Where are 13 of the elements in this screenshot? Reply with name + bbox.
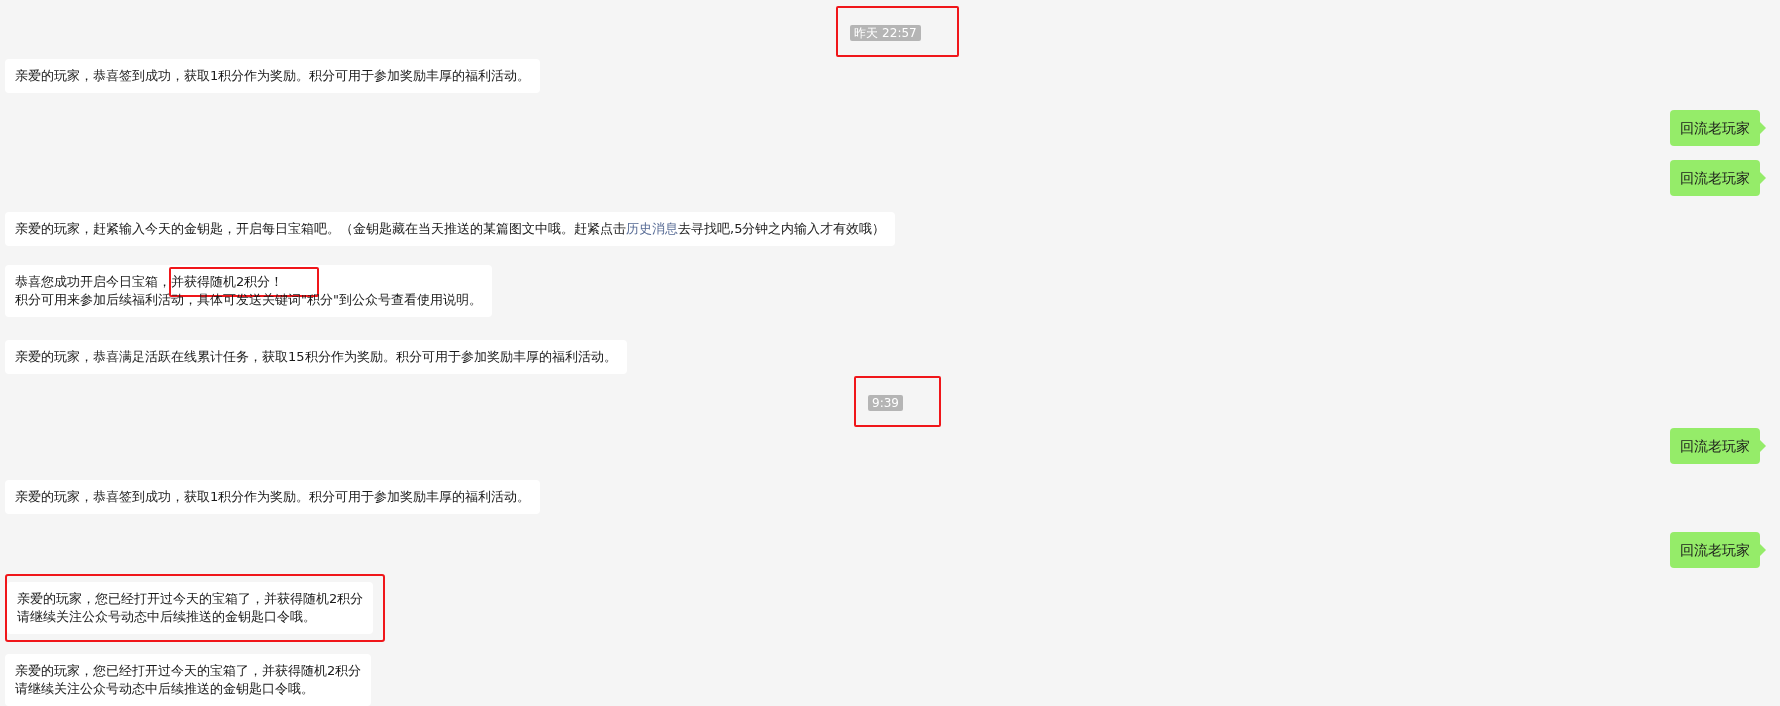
message-bubble: 亲爱的玩家，赶紧输入今天的金钥匙，开启每日宝箱吧。（金钥匙藏在当天推送的某篇图文中哦。赶紧点击历史消息去寻找吧,5分钟之内输入才有效哦） <box>5 212 896 246</box>
message-bubble: 亲爱的玩家，恭喜满足活跃在线累计任务，获取15积分作为奖励。积分可用于参加奖励丰厚的福利活动。 <box>5 340 627 374</box>
bubble-tail <box>1760 544 1766 556</box>
message-bubble: 亲爱的玩家，恭喜签到成功，获取1积分作为奖励。积分可用于参加奖励丰厚的福利活动。 <box>5 480 541 514</box>
bubble-tail <box>1760 172 1766 184</box>
message-bubble: 亲爱的玩家，您已经打开过今天的宝箱了，并获得随机2积分 请继续关注公众号动态中后续推送的金钥匙口令哦。 <box>7 582 374 634</box>
message-bubble: 亲爱的玩家，您已经打开过今天的宝箱了，并获得随机2积分 请继续关注公众号动态中后续推送的金钥匙口令哦。 <box>5 654 372 706</box>
timestamp: 昨天 22:57 <box>850 25 921 41</box>
bubble-tail <box>1760 122 1766 134</box>
timestamp: 9:39 <box>868 395 903 411</box>
message-bubble: 亲爱的玩家，恭喜签到成功，获取1积分作为奖励。积分可用于参加奖励丰厚的福利活动。 <box>5 59 541 93</box>
bubble-tail <box>1760 440 1766 452</box>
history-link[interactable]: 历史消息 <box>626 221 678 236</box>
